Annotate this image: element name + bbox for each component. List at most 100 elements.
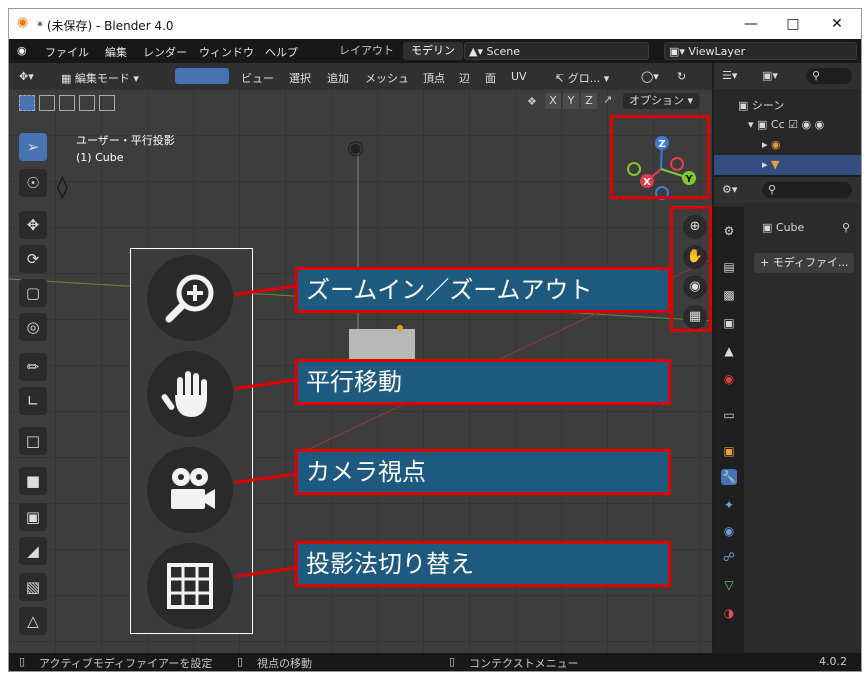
- scene-name: Scene: [486, 45, 521, 58]
- pin-icon[interactable]: ⚲: [842, 221, 850, 234]
- scene-collection-row[interactable]: ▣ シーン: [738, 97, 784, 113]
- menu-mesh[interactable]: メッシュ: [365, 70, 409, 86]
- render-tab-icon[interactable]: ▤: [721, 259, 737, 275]
- editor-type-icon[interactable]: ✥▾: [19, 70, 34, 83]
- menu-add[interactable]: 追加: [327, 70, 349, 86]
- mode-selector[interactable]: ▦ 編集モード ▾: [61, 70, 139, 86]
- menu-help[interactable]: ヘルプ: [265, 44, 298, 60]
- display-mode-icon[interactable]: ▣▾: [762, 69, 778, 82]
- world-tab-icon[interactable]: ◉: [721, 371, 737, 387]
- scene-tab-icon[interactable]: ▲: [721, 343, 737, 359]
- camera-icon-large: [147, 447, 233, 533]
- menu-face[interactable]: 面: [485, 70, 496, 86]
- menu-vertex[interactable]: 頂点: [423, 70, 445, 86]
- collection-row[interactable]: ▾ ▣ Cc ☑ ◉ ◉: [748, 118, 824, 131]
- properties-panel: ⚙▾ ⚲ ⚙ ▤ ▩ ▣ ▲ ◉ ▭ ▣ 🔧 ✦ ◉ ☍ ▽ ◑ ▣ Cube …: [714, 177, 861, 653]
- outliner-search[interactable]: ⚲: [806, 68, 852, 84]
- options-dropdown[interactable]: オプション ▾: [623, 93, 700, 109]
- top-menu-bar: ◉ ファイル 編集 レンダー ウィンドウ ヘルプ レイアウト モデリン ▲▾ S…: [9, 39, 861, 63]
- uv-sync-icon[interactable]: ↗: [603, 93, 612, 106]
- menu-window[interactable]: ウィンドウ: [199, 44, 254, 60]
- loop-cut-tool[interactable]: ▧: [19, 573, 47, 601]
- extrude-tool[interactable]: ■: [19, 467, 47, 495]
- menu-file[interactable]: ファイル: [45, 44, 89, 60]
- menu-select[interactable]: 選択: [289, 70, 311, 86]
- material-tab-icon[interactable]: ◑: [721, 605, 737, 621]
- scale-tool[interactable]: ▢: [19, 279, 47, 307]
- outliner-header: ☰▾ ▣▾ ⚲: [714, 63, 861, 89]
- window-title: * (未保存) - Blender 4.0: [37, 19, 174, 33]
- view-layer-icon: ▣▾: [669, 45, 689, 58]
- select-box-modes[interactable]: [19, 95, 115, 111]
- physics-tab-icon[interactable]: ◉: [721, 523, 737, 539]
- callout-pan: 平行移動: [295, 359, 671, 405]
- collection-tab-icon[interactable]: ▭: [721, 407, 737, 423]
- camera-object-icon: ◊: [57, 175, 68, 200]
- data-tab-icon[interactable]: ▽: [721, 577, 737, 593]
- tab-layout[interactable]: レイアウト: [331, 42, 402, 60]
- select-mode-buttons[interactable]: [175, 68, 229, 84]
- object-tab-icon[interactable]: ▣: [721, 443, 737, 459]
- rotate-tool[interactable]: ⟳: [19, 245, 47, 273]
- mirror-x[interactable]: X: [545, 93, 561, 109]
- particles-tab-icon[interactable]: ✦: [721, 497, 737, 513]
- knife-tool[interactable]: △: [19, 607, 47, 635]
- menu-view[interactable]: ビュー: [241, 70, 274, 86]
- mirror-icon[interactable]: ❖: [527, 95, 537, 108]
- output-tab-icon[interactable]: ▩: [721, 287, 737, 303]
- pivot-icon[interactable]: ◯▾: [641, 70, 659, 83]
- properties-editor-icon[interactable]: ⚙▾: [722, 183, 737, 196]
- menu-render[interactable]: レンダー: [143, 44, 187, 60]
- measure-tool[interactable]: ∟: [19, 387, 47, 415]
- callout-projection: 投影法切り替え: [295, 541, 671, 587]
- constraints-tab-icon[interactable]: ☍: [721, 549, 737, 565]
- scene-selector[interactable]: ▲▾ Scene: [464, 42, 649, 60]
- add-modifier-button[interactable]: + モディファイ...: [754, 253, 854, 273]
- select-tool[interactable]: ➢: [19, 133, 47, 161]
- view-layer-selector[interactable]: ▣▾ ViewLayer: [664, 42, 857, 60]
- add-cube-tool[interactable]: □: [19, 427, 47, 455]
- close-button[interactable]: ✕: [817, 13, 857, 35]
- zoom-icon-large: [147, 255, 233, 341]
- tool-tab-icon[interactable]: ⚙: [721, 223, 737, 239]
- cube-row-selected[interactable]: ▸ ▼: [714, 155, 861, 175]
- view-layer-tab-icon[interactable]: ▣: [721, 315, 737, 331]
- status-middle-hint: 視点の移動: [257, 657, 312, 670]
- maximize-button[interactable]: □: [773, 13, 813, 35]
- mirror-z[interactable]: Z: [581, 93, 597, 109]
- callout-zoom: ズームイン／ズームアウト: [295, 267, 671, 313]
- menu-edge[interactable]: 辺: [459, 70, 470, 86]
- transform-orientation[interactable]: ↸ グロ... ▾: [555, 70, 609, 86]
- view-name: ユーザー・平行投影: [76, 134, 175, 147]
- blender-menu-icon[interactable]: ◉: [17, 44, 27, 57]
- bevel-tool[interactable]: ◢: [19, 537, 47, 565]
- object-origin: [397, 325, 403, 331]
- status-bar: ▯ アクティブモディファイアーを設定 ▯ 視点の移動 ▯ コンテクストメニュー …: [9, 653, 861, 671]
- mouse-right-icon: ▯: [449, 655, 456, 668]
- modifier-tab-icon[interactable]: 🔧: [721, 469, 737, 485]
- properties-header: ⚙▾ ⚲: [714, 177, 861, 203]
- active-object-name: (1) Cube: [76, 151, 124, 164]
- cursor-tool[interactable]: ☉: [19, 169, 47, 197]
- mirror-y[interactable]: Y: [563, 93, 579, 109]
- mouse-left-icon: ▯: [19, 655, 26, 668]
- move-tool[interactable]: ✥: [19, 211, 47, 239]
- view-layer-name: ViewLayer: [688, 45, 746, 58]
- grid-icon-large: [147, 543, 233, 629]
- menu-uv[interactable]: UV: [511, 70, 527, 83]
- mouse-middle-icon: ▯: [237, 655, 244, 668]
- outliner-editor-icon[interactable]: ☰▾: [722, 69, 737, 82]
- blender-window: ◉ * (未保存) - Blender 4.0 — □ ✕ ◉ ファイル 編集 …: [8, 8, 862, 672]
- inset-tool[interactable]: ▣: [19, 503, 47, 531]
- snap-icon[interactable]: ↻: [677, 70, 686, 83]
- blender-logo-icon: ◉: [17, 15, 29, 30]
- transform-tool[interactable]: ◎: [19, 313, 47, 341]
- menu-edit[interactable]: 編集: [105, 44, 127, 60]
- tab-modeling[interactable]: モデリン: [403, 42, 463, 60]
- annotate-tool[interactable]: ✏: [19, 353, 47, 381]
- minimize-button[interactable]: —: [731, 13, 771, 35]
- properties-tabs: ⚙ ▤ ▩ ▣ ▲ ◉ ▭ ▣ 🔧 ✦ ◉ ☍ ▽ ◑: [714, 207, 744, 653]
- properties-search[interactable]: ⚲: [762, 182, 852, 198]
- status-left-hint: アクティブモディファイアーを設定: [39, 657, 213, 670]
- camera-row[interactable]: ▸ ◉: [762, 138, 781, 151]
